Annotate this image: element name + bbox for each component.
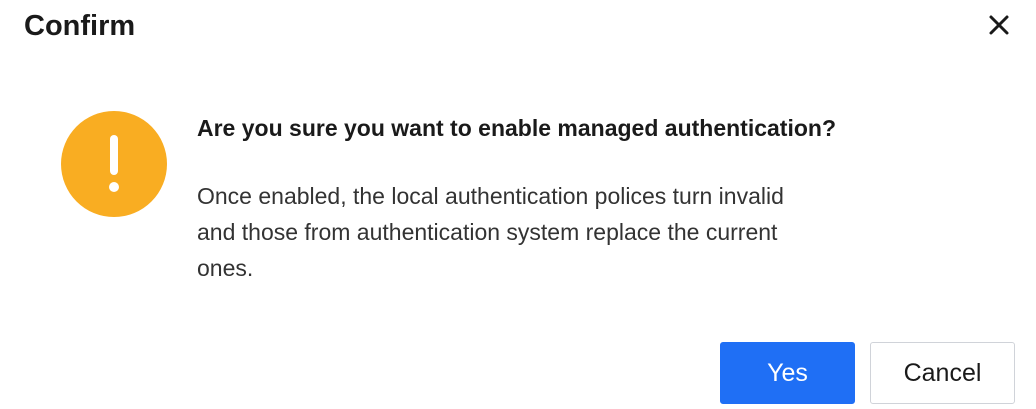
close-button[interactable]: [984, 10, 1014, 40]
message-line: Once enabled, the local authentication p…: [197, 183, 784, 209]
dialog-title: Confirm: [24, 10, 136, 42]
confirm-message: Once enabled, the local authentication p…: [197, 178, 957, 286]
confirm-dialog: Confirm Are you sure you want to enable …: [0, 0, 1036, 409]
confirm-heading: Are you sure you want to enable managed …: [197, 115, 836, 141]
message-line: and those from authentication system rep…: [197, 219, 778, 245]
cancel-button[interactable]: Cancel: [870, 342, 1015, 404]
message-line: ones.: [197, 255, 254, 281]
close-icon: [989, 15, 1009, 35]
yes-button[interactable]: Yes: [720, 342, 855, 404]
exclamation-circle-icon: [61, 111, 167, 217]
